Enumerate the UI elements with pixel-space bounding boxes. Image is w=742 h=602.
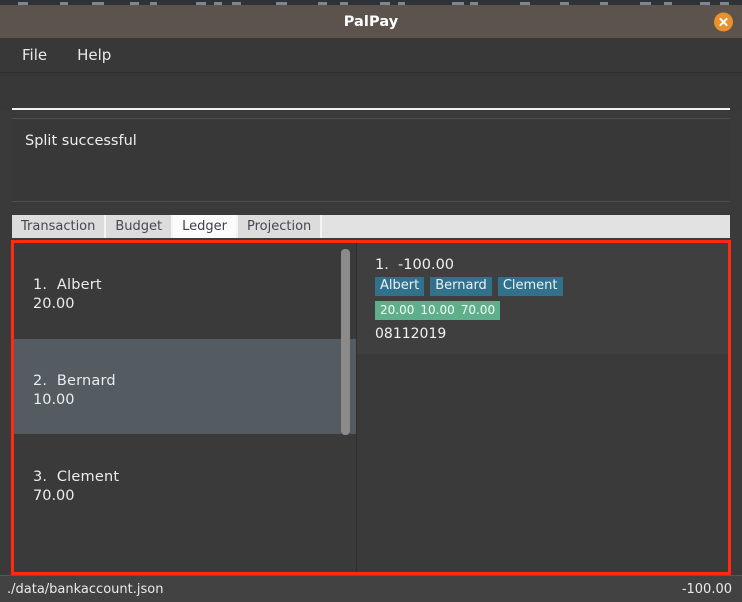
list-item-title: 2. Bernard: [33, 373, 116, 389]
tab-strip: Transaction Budget Ledger Projection: [12, 215, 730, 238]
tab-budget[interactable]: Budget: [106, 215, 174, 238]
list-scrollbar[interactable]: [341, 247, 350, 568]
tab-projection[interactable]: Projection: [238, 215, 323, 238]
menu-item-file[interactable]: File: [20, 44, 49, 66]
palpay-window: PalPay File Help Split successful Transa…: [0, 5, 742, 602]
list-item-amount: 20.00: [33, 296, 75, 312]
participant-badge-row: Albert Bernard Clement: [375, 277, 728, 296]
close-icon[interactable]: [714, 12, 733, 31]
menu-item-help[interactable]: Help: [75, 44, 113, 66]
list-item[interactable]: 1. Albert 20.00: [14, 243, 356, 339]
title-bar: PalPay: [0, 5, 742, 38]
ledger-content-region: 1. Albert 20.00 2. Bernard 10.00 3. Clem…: [11, 240, 731, 575]
window-title: PalPay: [343, 13, 399, 30]
list-item[interactable]: 2. Bernard 10.00: [14, 339, 356, 435]
share-amount: 70.00: [460, 303, 496, 317]
participant-badge[interactable]: Albert: [375, 277, 425, 296]
list-item-amount: 10.00: [33, 392, 75, 408]
command-input[interactable]: [12, 74, 730, 110]
list-item[interactable]: 3. Clement 70.00: [14, 435, 356, 531]
list-item-title: 1. Albert: [33, 277, 102, 293]
command-area: [0, 73, 742, 111]
list-scrollbar-thumb[interactable]: [341, 249, 350, 435]
transaction-detail-card[interactable]: 1. -100.00 Albert Bernard Clement 20.00 …: [357, 243, 728, 354]
status-file-path: ./data/bankaccount.json: [7, 581, 164, 597]
participant-badge[interactable]: Clement: [497, 277, 563, 296]
tab-transaction[interactable]: Transaction: [12, 215, 107, 238]
share-amount: 20.00: [380, 303, 415, 317]
transaction-title: 1. -100.00: [375, 257, 455, 273]
tab-ledger[interactable]: Ledger: [173, 215, 238, 238]
list-item-amount: 70.00: [33, 488, 75, 504]
status-message: Split successful: [25, 133, 137, 149]
ledger-list-panel[interactable]: 1. Albert 20.00 2. Bernard 10.00 3. Clem…: [14, 243, 356, 572]
share-amount-strip: 20.00 10.00 70.00: [375, 301, 501, 320]
menu-bar: File Help: [0, 38, 742, 73]
status-balance: -100.00: [681, 581, 732, 597]
message-output-box: Split successful: [12, 118, 730, 202]
list-item-title: 3. Clement: [33, 469, 120, 485]
transaction-date: 08112019: [375, 326, 447, 342]
transaction-detail-panel[interactable]: 1. -100.00 Albert Bernard Clement 20.00 …: [357, 243, 728, 572]
share-amount: 10.00: [420, 303, 455, 317]
participant-badge[interactable]: Bernard: [430, 277, 492, 296]
status-bar: ./data/bankaccount.json -100.00: [0, 575, 742, 602]
